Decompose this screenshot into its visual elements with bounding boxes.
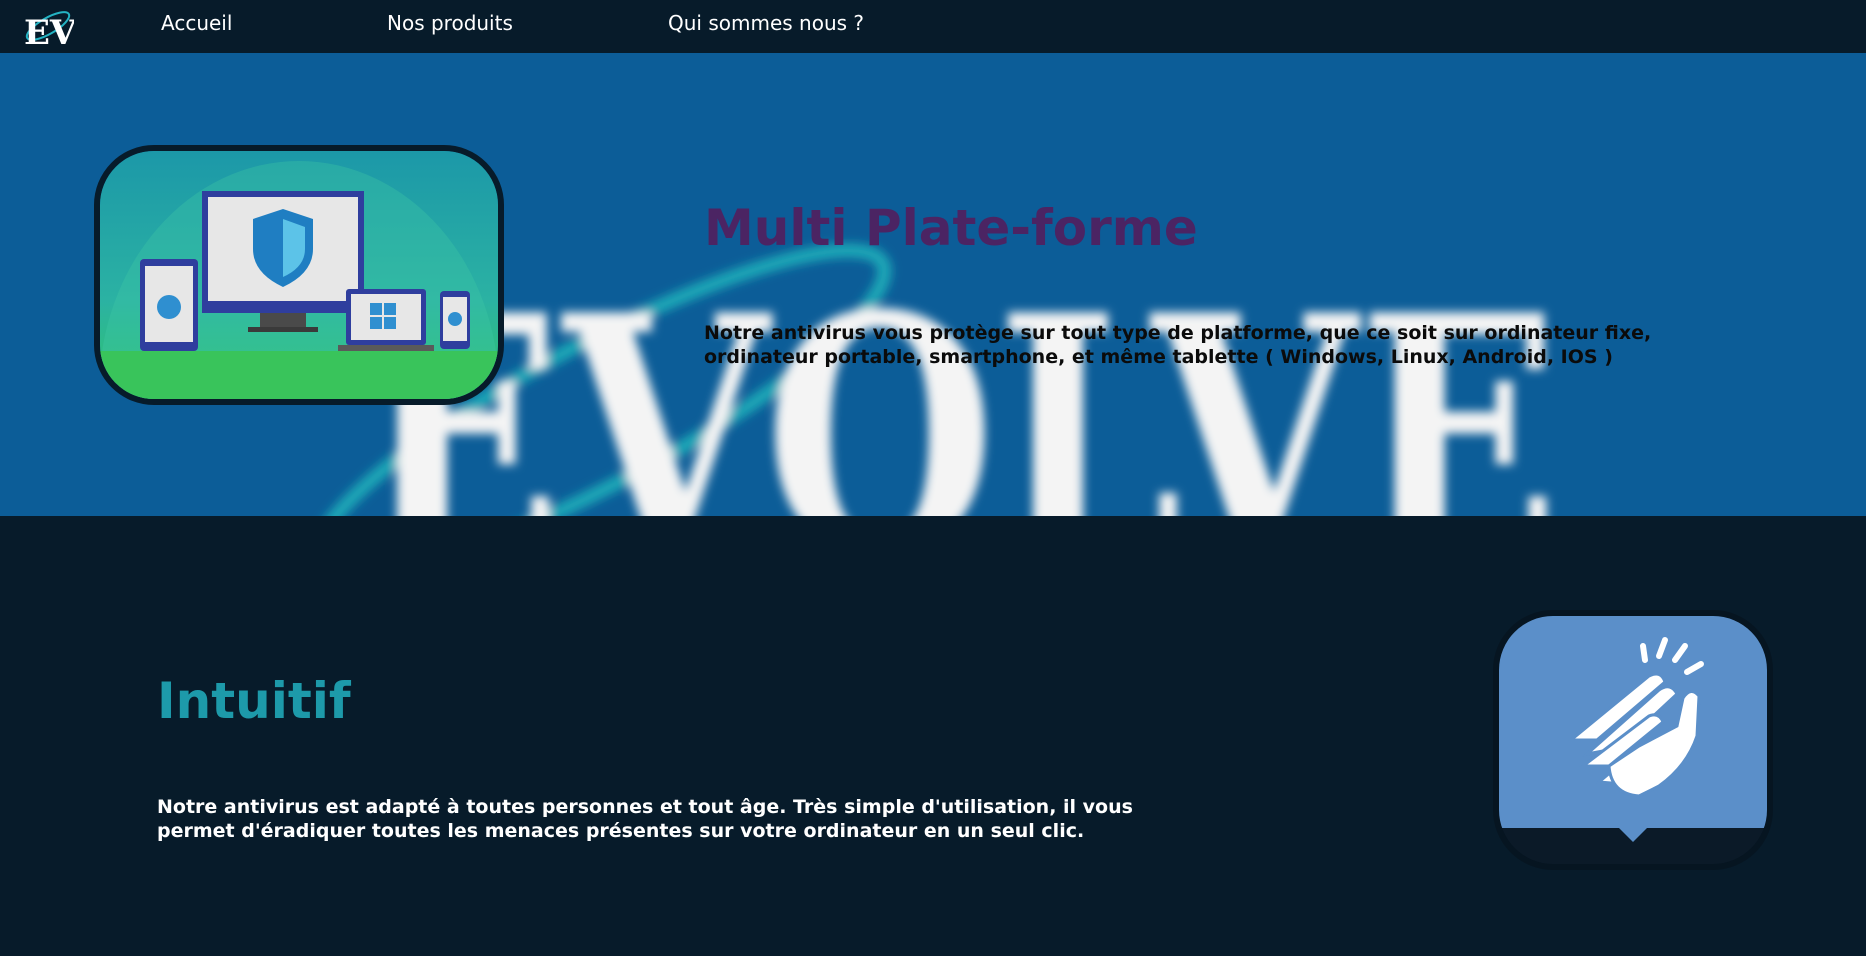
- multi-device-shield-icon: [94, 145, 504, 405]
- finger-snap-icon: [1493, 610, 1773, 870]
- intuitif-section: Intuitif Notre antivirus est adapté à to…: [0, 516, 1866, 956]
- intuitif-description: Notre antivirus est adapté à toutes pers…: [157, 796, 1133, 842]
- navbar: EV Accueil Nos produits Qui sommes nous …: [0, 0, 1866, 53]
- evolve-logo[interactable]: EV: [20, 2, 74, 50]
- nav-link-accueil[interactable]: Accueil: [161, 11, 232, 35]
- intuitif-title: Intuitif: [157, 672, 351, 730]
- hero-title: Multi Plate-forme: [704, 199, 1198, 257]
- nav-link-nos-produits[interactable]: Nos produits: [387, 11, 513, 35]
- hero-section: EVOLVE Multi Plate-forme Notre antivirus…: [0, 53, 1866, 516]
- nav-link-qui-sommes-nous[interactable]: Qui sommes nous ?: [668, 11, 864, 35]
- logo-text: EV: [24, 13, 74, 50]
- hero-description: Notre antivirus vous protège sur tout ty…: [704, 322, 1652, 368]
- hero-background-word: EVOLVE: [360, 243, 1560, 516]
